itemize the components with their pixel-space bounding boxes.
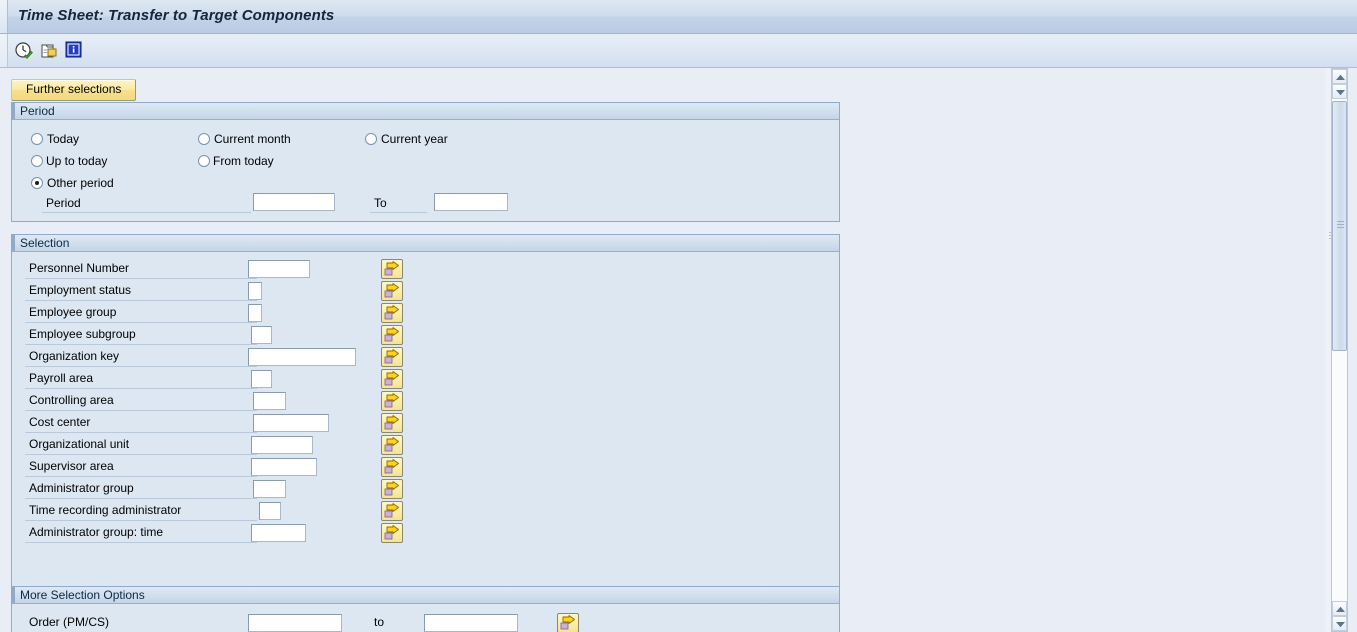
scroll-up-button-bottom[interactable]	[1332, 601, 1347, 616]
label-administrator-group: Administrator group	[25, 479, 257, 499]
label-employment-status: Employment status	[25, 281, 257, 301]
multi-select-employment-status[interactable]	[381, 281, 403, 301]
multi-select-cost-center[interactable]	[381, 413, 403, 433]
title-bar-left-edge	[0, 0, 8, 33]
multi-select-employee-subgroup[interactable]	[381, 325, 403, 345]
selection-group: Selection Personnel Number Employment st…	[11, 234, 840, 622]
radio-today[interactable]	[31, 133, 43, 145]
multi-select-personnel-number[interactable]	[381, 259, 403, 279]
application-toolbar: © www.tutorialkart.com	[0, 34, 1357, 97]
radio-today-label: Today	[47, 132, 80, 146]
label-personnel-number: Personnel Number	[25, 259, 257, 279]
input-organizational-unit[interactable]	[251, 436, 313, 454]
radio-up-to-today[interactable]	[31, 155, 43, 167]
label-administrator-group-time: Administrator group: time	[25, 523, 257, 543]
radio-from-today-label: From today	[213, 154, 274, 168]
multi-select-employee-group[interactable]	[381, 303, 403, 323]
radio-current-month[interactable]	[198, 133, 210, 145]
input-order-pmcs-from[interactable]	[248, 614, 342, 632]
execute-clock-icon[interactable]	[14, 41, 34, 61]
page-title: Time Sheet: Transfer to Target Component…	[18, 7, 335, 24]
period-from-input[interactable]	[253, 193, 335, 211]
further-selections-button[interactable]: Further selections	[11, 79, 137, 101]
multi-select-time-recording-administrator[interactable]	[381, 501, 403, 521]
input-time-recording-administrator[interactable]	[259, 502, 281, 520]
label-organization-key: Organization key	[25, 347, 257, 367]
radio-current-month-label: Current month	[214, 132, 291, 146]
vertical-scrollbar[interactable]	[1331, 68, 1348, 632]
label-supervisor-area: Supervisor area	[25, 457, 257, 477]
label-time-recording-administrator: Time recording administrator	[25, 501, 257, 521]
scroll-down-button-top[interactable]	[1332, 84, 1347, 99]
input-employee-subgroup[interactable]	[251, 326, 272, 344]
multi-select-payroll-area[interactable]	[381, 369, 403, 389]
input-administrator-group-time[interactable]	[251, 524, 306, 542]
input-personnel-number[interactable]	[248, 260, 310, 278]
selection-group-header: Selection	[12, 235, 839, 252]
input-employment-status[interactable]	[248, 282, 262, 300]
multi-select-administrator-group-time[interactable]	[381, 523, 403, 543]
multi-select-organization-key[interactable]	[381, 347, 403, 367]
period-to-label: To	[370, 195, 427, 213]
sap-application-window: Time Sheet: Transfer to Target Component…	[0, 0, 1357, 632]
radio-current-year[interactable]	[365, 133, 377, 145]
info-icon[interactable]	[65, 41, 85, 61]
multi-select-administrator-group[interactable]	[381, 479, 403, 499]
multi-select-organizational-unit[interactable]	[381, 435, 403, 455]
radio-other-period[interactable]	[31, 177, 43, 189]
selection-screen-canvas: Further selections Period Today Current …	[0, 68, 1325, 632]
label-payroll-area: Payroll area	[25, 369, 257, 389]
multi-select-supervisor-area[interactable]	[381, 457, 403, 477]
scroll-up-button[interactable]	[1332, 69, 1347, 84]
period-group-header: Period	[12, 103, 839, 120]
period-to-input[interactable]	[434, 193, 508, 211]
input-supervisor-area[interactable]	[251, 458, 317, 476]
label-employee-group: Employee group	[25, 303, 257, 323]
period-group: Period Today Current month Current year …	[11, 102, 840, 222]
input-payroll-area[interactable]	[251, 370, 272, 388]
scroll-down-button[interactable]	[1332, 616, 1347, 631]
multiple-selection-icon[interactable]	[40, 41, 60, 61]
radio-other-period-label: Other period	[47, 176, 114, 190]
more-selection-options-header: More Selection Options	[12, 587, 839, 604]
toolbar-left-edge	[0, 34, 8, 67]
scroll-thumb[interactable]	[1332, 101, 1347, 351]
label-organizational-unit: Organizational unit	[25, 435, 257, 455]
label-order-pmcs: Order (PM/CS)	[25, 613, 257, 632]
input-controlling-area[interactable]	[253, 392, 286, 410]
label-employee-subgroup: Employee subgroup	[25, 325, 257, 345]
label-controlling-area: Controlling area	[25, 391, 257, 411]
input-cost-center[interactable]	[253, 414, 329, 432]
more-selection-options-group: More Selection Options Order (PM/CS) to	[11, 586, 840, 632]
multi-select-order-pmcs[interactable]	[557, 613, 579, 632]
title-bar: Time Sheet: Transfer to Target Component…	[0, 0, 1357, 34]
period-field-label: Period	[42, 195, 251, 213]
label-order-pmcs-to: to	[370, 613, 417, 632]
multi-select-controlling-area[interactable]	[381, 391, 403, 411]
radio-up-to-today-label: Up to today	[46, 154, 108, 168]
input-organization-key[interactable]	[248, 348, 356, 366]
label-cost-center: Cost center	[25, 413, 257, 433]
input-employee-group[interactable]	[248, 304, 262, 322]
radio-current-year-label: Current year	[381, 132, 448, 146]
scroll-thumb-grip	[1337, 221, 1344, 231]
radio-from-today[interactable]	[198, 155, 210, 167]
input-order-pmcs-to[interactable]	[424, 614, 518, 632]
input-administrator-group[interactable]	[253, 480, 286, 498]
